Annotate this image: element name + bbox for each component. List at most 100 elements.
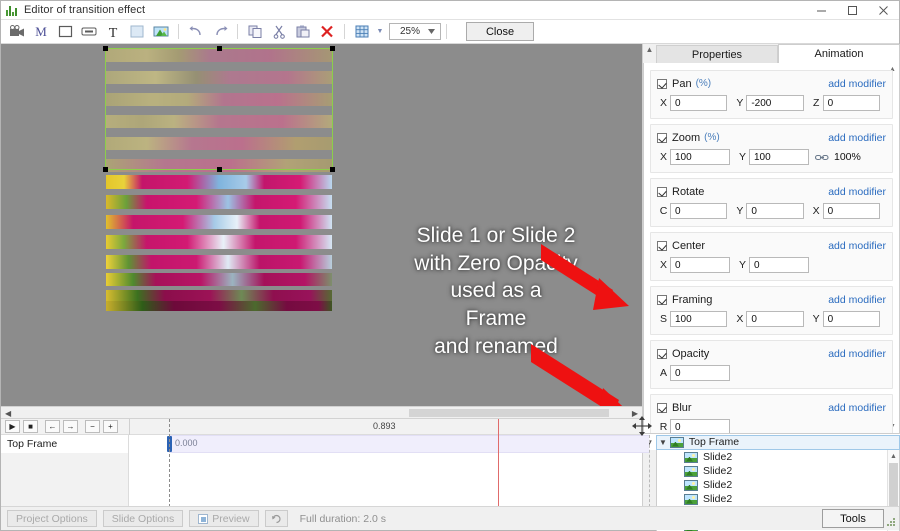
- toolbar-separator-4: [446, 24, 447, 39]
- zoom-unit: (%): [704, 132, 720, 143]
- tools-button[interactable]: Tools: [822, 509, 884, 528]
- framing-s-input[interactable]: 100: [670, 311, 728, 327]
- zoom-add-modifier-link[interactable]: add modifier: [828, 132, 886, 144]
- panel-tabstrip: ▲ Properties Animation: [643, 44, 900, 63]
- panel-collapse-chevron-up-icon[interactable]: ▲: [643, 44, 656, 63]
- rotate-add-modifier-link[interactable]: add modifier: [828, 186, 886, 198]
- chevron-down-icon[interactable]: ▼: [659, 438, 667, 447]
- timeline-track-top-frame[interactable]: [169, 435, 649, 453]
- slide-options-button[interactable]: Slide Options: [102, 510, 184, 527]
- chart-bars-icon: [6, 4, 18, 16]
- zoom-out-button[interactable]: −: [85, 420, 100, 433]
- close-icon[interactable]: [868, 1, 899, 20]
- close-button[interactable]: Close: [466, 22, 534, 41]
- blur-checkbox[interactable]: [657, 402, 667, 413]
- grid-icon[interactable]: [350, 21, 374, 43]
- frame-object-icon[interactable]: [125, 21, 149, 43]
- pan-y-input[interactable]: -200: [746, 95, 804, 111]
- preview-button[interactable]: Preview: [189, 510, 259, 527]
- chain-link-icon[interactable]: [815, 153, 829, 162]
- paste-icon[interactable]: [291, 21, 315, 43]
- blur-r-input[interactable]: 0: [670, 419, 730, 433]
- annotation-arrow-upper: [541, 244, 629, 310]
- image-thumb-icon: [684, 465, 698, 477]
- zoom-in-button[interactable]: +: [103, 420, 118, 433]
- zoom-level-combobox[interactable]: 25%: [389, 23, 441, 40]
- tab-animation[interactable]: Animation: [778, 44, 900, 63]
- grid-options-chevron-down-icon[interactable]: ▼: [374, 21, 386, 43]
- opacity-add-modifier-link[interactable]: add modifier: [828, 348, 886, 360]
- video-object-icon[interactable]: [5, 21, 29, 43]
- copy-icon[interactable]: [243, 21, 267, 43]
- group-framing: Framing add modifier S 100 X 0 Y 0: [650, 286, 893, 335]
- delete-icon[interactable]: [315, 21, 339, 43]
- project-options-button[interactable]: Project Options: [7, 510, 97, 527]
- next-keyframe-button[interactable]: →: [63, 420, 78, 433]
- cut-icon[interactable]: [267, 21, 291, 43]
- pan-x-input[interactable]: 0: [670, 95, 728, 111]
- title-bar: Editor of transition effect: [1, 1, 899, 20]
- play-button[interactable]: ▶: [5, 420, 20, 433]
- framing-add-modifier-link[interactable]: add modifier: [828, 294, 886, 306]
- center-checkbox[interactable]: [657, 240, 667, 251]
- framing-y-input[interactable]: 0: [822, 311, 880, 327]
- minimize-icon[interactable]: [806, 1, 837, 20]
- center-x-input[interactable]: 0: [670, 257, 730, 273]
- timeline-track-name-row[interactable]: Top Frame: [1, 435, 128, 453]
- prev-keyframe-button[interactable]: ←: [45, 420, 60, 433]
- pan-z-input[interactable]: 0: [822, 95, 880, 111]
- scrollbar-thumb[interactable]: [409, 409, 609, 417]
- zoom-x-input[interactable]: 100: [670, 149, 730, 165]
- rotate-y-input[interactable]: 0: [746, 203, 804, 219]
- list-item[interactable]: Slide2: [657, 478, 899, 492]
- framing-x-input[interactable]: 0: [746, 311, 804, 327]
- button-object-icon[interactable]: [77, 21, 101, 43]
- undo-icon[interactable]: [184, 21, 208, 43]
- center-label: Center: [672, 239, 706, 252]
- zoom-checkbox[interactable]: [657, 132, 667, 143]
- list-item[interactable]: Slide2: [657, 450, 899, 464]
- image-object-icon[interactable]: [149, 21, 173, 43]
- tree-item-top-frame[interactable]: ▼ Top Frame: [656, 434, 900, 450]
- opacity-a-label: A: [659, 367, 667, 379]
- stop-button[interactable]: ■: [23, 420, 38, 433]
- blur-add-modifier-link[interactable]: add modifier: [828, 402, 886, 414]
- list-item[interactable]: Slide2: [657, 464, 899, 478]
- track-end-dashed-line: [649, 435, 650, 507]
- timeline-ruler[interactable]: 0.893: [129, 419, 642, 435]
- rotate-x-input[interactable]: 0: [822, 203, 880, 219]
- tab-properties[interactable]: Properties: [656, 45, 778, 63]
- annotation-line-4: Frame: [465, 307, 527, 331]
- center-add-modifier-link[interactable]: add modifier: [828, 240, 886, 252]
- canvas-horizontal-scrollbar[interactable]: ◀ ▶: [1, 406, 642, 418]
- redo-icon[interactable]: [208, 21, 232, 43]
- pan-checkbox[interactable]: [657, 78, 667, 89]
- image-thumb-icon: [684, 451, 698, 463]
- resize-grip-icon[interactable]: [885, 516, 897, 528]
- timeline-tracks[interactable]: 0.000: [129, 419, 650, 507]
- timeline-track-names: Top Frame: [1, 435, 129, 506]
- zoom-level-value: 25%: [400, 26, 421, 37]
- pan-unit: (%): [695, 78, 712, 89]
- text-object-icon[interactable]: T: [101, 21, 125, 43]
- annotation-line-3: used as a: [450, 279, 542, 303]
- pan-x-label: X: [659, 97, 667, 109]
- rotate-checkbox[interactable]: [657, 186, 667, 197]
- opacity-checkbox[interactable]: [657, 348, 667, 359]
- mask-object-icon[interactable]: M: [29, 21, 53, 43]
- move-cursor-icon: [632, 416, 652, 436]
- scroll-up-icon[interactable]: ▲: [888, 450, 899, 462]
- list-item[interactable]: Slide2: [657, 492, 899, 506]
- timeline-panel: ▶ ■ ← → − + 0.893 Top Frame 0.000: [1, 418, 650, 507]
- center-y-input[interactable]: 0: [749, 257, 809, 273]
- pan-add-modifier-link[interactable]: add modifier: [828, 78, 886, 90]
- rectangle-object-icon[interactable]: [53, 21, 77, 43]
- framing-checkbox[interactable]: [657, 294, 667, 305]
- preview-canvas[interactable]: Slide 1 or Slide 2 with Zero Opacity use…: [1, 44, 642, 406]
- opacity-label: Opacity: [672, 347, 710, 360]
- opacity-a-input[interactable]: 0: [670, 365, 730, 381]
- maximize-icon[interactable]: [837, 1, 868, 20]
- zoom-y-input[interactable]: 100: [749, 149, 809, 165]
- rotate-c-input[interactable]: 0: [670, 203, 728, 219]
- loop-icon[interactable]: [264, 510, 288, 527]
